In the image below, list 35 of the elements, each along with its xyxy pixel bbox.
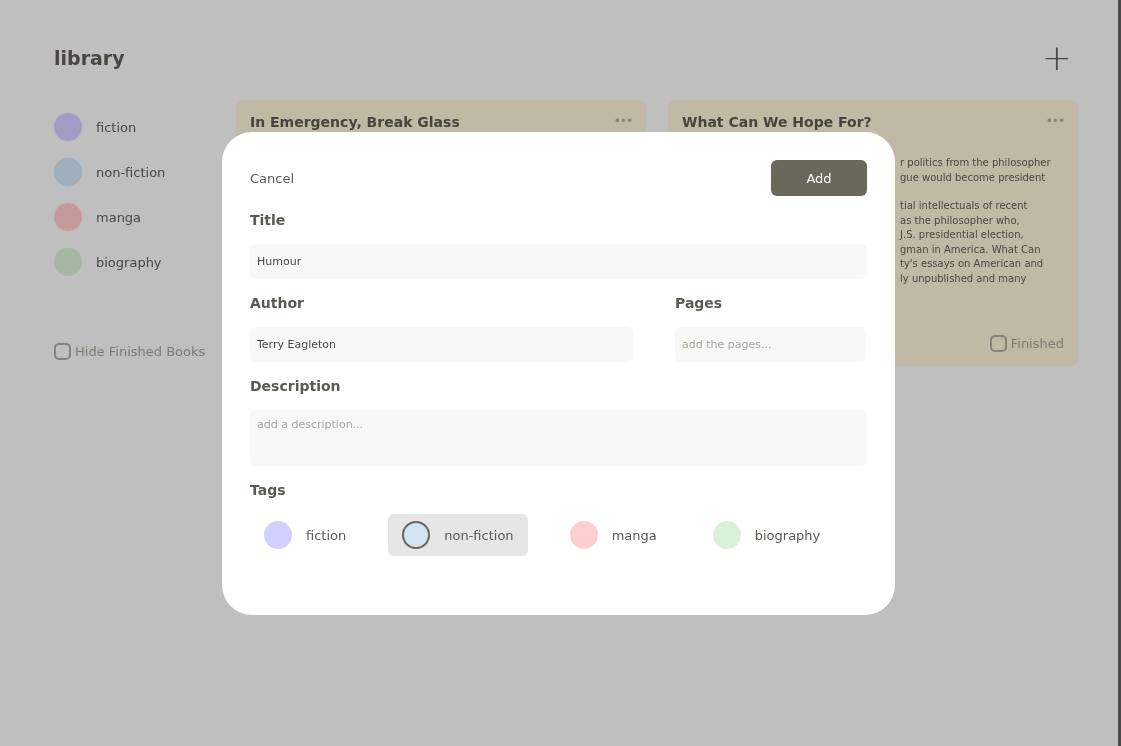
description-line: ty's essays on American and <box>900 257 1044 271</box>
description-line: gue would become president <box>900 170 1047 185</box>
field-label: Title <box>250 212 287 228</box>
book-title: In Emergency, Break Glass <box>250 114 460 130</box>
checkbox-label: Finished <box>1010 336 1064 351</box>
cancel-button[interactable]: Cancel <box>250 170 295 186</box>
tag-label[interactable]: non-fiction <box>96 164 166 180</box>
checkbox[interactable] <box>989 335 1007 352</box>
description-line: gman in America. What Can <box>900 242 1042 257</box>
description-input[interactable]: add a description... <box>250 410 867 466</box>
tag-label[interactable]: fiction <box>96 119 137 135</box>
description-line: tial intellectuals of recent <box>900 199 1029 213</box>
author-input[interactable]: Terry Eagleton <box>250 327 633 362</box>
tag-option[interactable]: manga <box>555 514 671 556</box>
tag-option[interactable]: non-fiction <box>388 514 528 556</box>
add-button[interactable]: + <box>1041 40 1072 76</box>
checkbox[interactable] <box>54 343 71 360</box>
description-line: as the philosopher who, <box>900 213 1021 228</box>
field-label: Description <box>250 378 342 394</box>
add-button[interactable]: Add <box>771 160 867 196</box>
description-line: J.S. presidential election, <box>900 228 1025 242</box>
pages-input[interactable]: add the pages... <box>675 327 866 362</box>
tag-option[interactable]: biography <box>698 514 835 556</box>
tag-option[interactable]: fiction <box>250 514 361 556</box>
field-label: Pages <box>675 295 724 311</box>
book-title: What Can We Hope For? <box>682 114 872 130</box>
title-input[interactable]: Humour <box>250 244 867 279</box>
tag-label[interactable]: manga <box>96 209 142 225</box>
field-label: Tags <box>250 482 287 498</box>
tag-label[interactable]: biography <box>96 254 162 270</box>
description-line: r politics from the philosopher <box>900 156 1051 170</box>
description-line: ly unpublished and many <box>900 271 1028 286</box>
field-label: Author <box>250 295 305 311</box>
checkbox-label: Hide Finished Books <box>75 344 206 359</box>
app-title: library <box>54 47 125 69</box>
